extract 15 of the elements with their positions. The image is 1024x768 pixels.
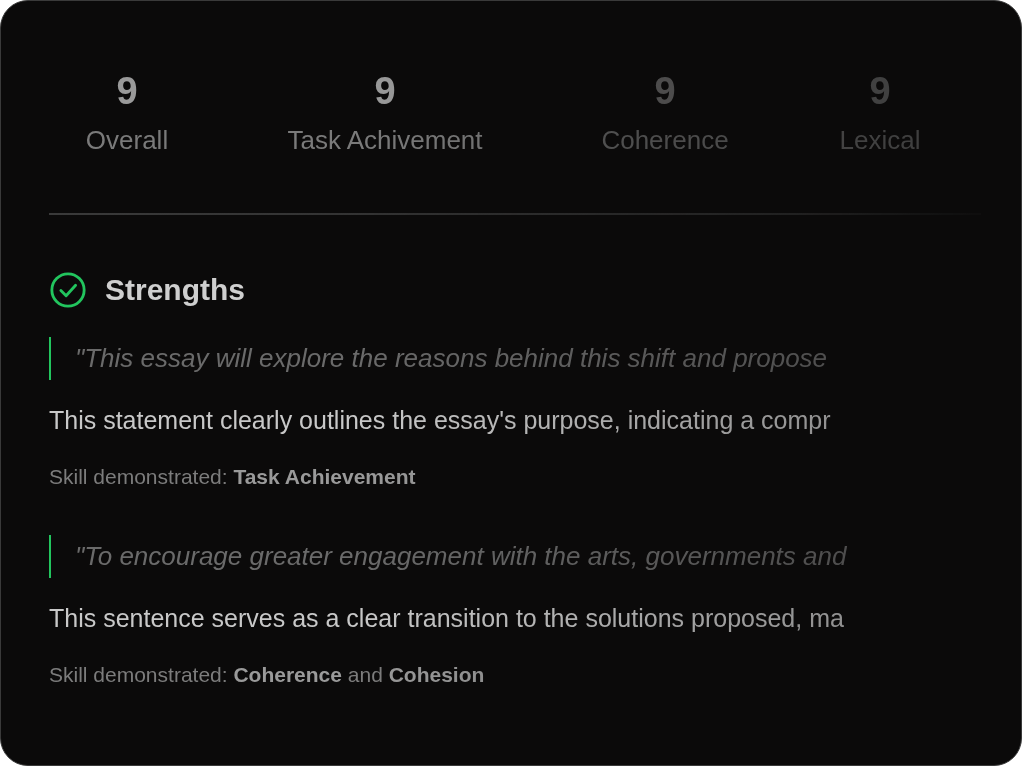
quote-text: "To encourage greater engagement with the arts, governments and (49, 535, 1021, 578)
skill-text: Skill demonstrated: Coherence and Cohesion (49, 663, 486, 687)
explanation-text: This sentence serves as a clear transition to the solutions proposed, ma (49, 604, 845, 633)
section-title: Strengths (105, 273, 245, 307)
score-label: Coherence (601, 125, 729, 156)
score-label: Overall (85, 125, 169, 156)
explanation-text: This statement clearly outlines the essay's purpose, indicating a compr (49, 406, 832, 435)
score-value: 9 (374, 69, 396, 113)
skill-text: Skill demonstrated: Task Achievement (49, 465, 417, 489)
score-label: Task Achivement (287, 125, 483, 156)
score-value: 9 (654, 69, 676, 113)
quote-text: "This essay will explore the reasons behind this shift and propose (49, 337, 1021, 380)
check-circle-icon (49, 271, 87, 309)
score-label: Lexical (839, 125, 921, 156)
score-value: 9 (116, 69, 138, 113)
